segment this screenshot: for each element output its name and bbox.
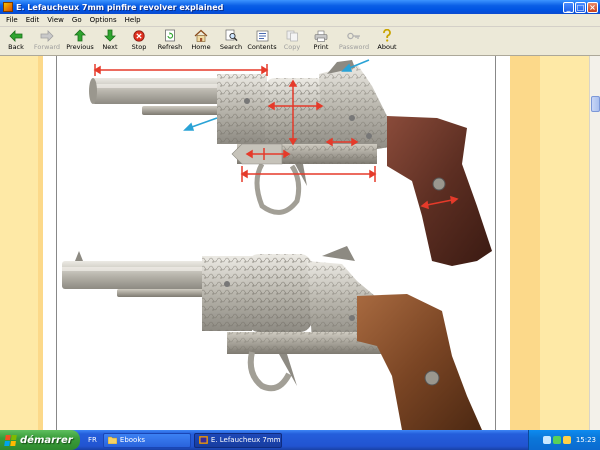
forward-button[interactable]: Forward [30, 27, 64, 55]
stop-icon [132, 29, 146, 42]
menu-help[interactable]: Help [121, 16, 145, 24]
revolver-top [89, 60, 492, 266]
network-icon[interactable] [542, 436, 551, 444]
next-button[interactable]: Next [96, 27, 124, 55]
vertical-scrollbar[interactable] [589, 56, 600, 430]
key-icon [347, 29, 361, 42]
refresh-button[interactable]: Refresh [154, 27, 186, 55]
menu-edit[interactable]: Edit [22, 16, 44, 24]
folder-icon [107, 436, 117, 444]
menu-bar: File Edit View Go Options Help [0, 14, 600, 27]
print-icon [314, 29, 328, 42]
revolver-illustration [62, 59, 492, 430]
clock: 15:23 [575, 436, 596, 444]
menu-file[interactable]: File [2, 16, 22, 24]
page-margin-left [0, 56, 43, 430]
language-indicator[interactable]: FR [88, 436, 97, 444]
stop-button[interactable]: Stop [124, 27, 154, 55]
back-button[interactable]: Back [2, 27, 30, 55]
taskbar: démarrer FR Ebooks E. Lefaucheux 7mm p..… [0, 430, 600, 450]
forward-arrow-icon [40, 29, 54, 42]
page-margin-right [510, 56, 589, 430]
contents-icon [255, 29, 269, 42]
refresh-icon [163, 29, 177, 42]
about-button[interactable]: About [372, 27, 402, 55]
down-arrow-icon [103, 29, 117, 42]
contents-button[interactable]: Contents [246, 27, 278, 55]
taskbar-item-ebooks[interactable]: Ebooks [102, 432, 191, 448]
taskbar-item-ebook-reader[interactable]: E. Lefaucheux 7mm p... [193, 432, 282, 448]
minimize-button[interactable]: _ [563, 1, 574, 13]
password-button[interactable]: Password [336, 27, 372, 55]
volume-icon[interactable] [562, 436, 571, 444]
copy-icon [285, 29, 299, 42]
ebook-page [43, 56, 510, 430]
search-button[interactable]: Search [216, 27, 246, 55]
print-button[interactable]: Print [306, 27, 336, 55]
content-area [0, 56, 600, 430]
copy-button[interactable]: Copy [278, 27, 306, 55]
menu-options[interactable]: Options [86, 16, 121, 24]
menu-view[interactable]: View [43, 16, 68, 24]
up-arrow-icon [73, 29, 87, 42]
previous-button[interactable]: Previous [64, 27, 96, 55]
window-title: E. Lefaucheux 7mm pinfire revolver expla… [16, 2, 224, 12]
home-icon [194, 29, 208, 42]
revolver-bottom [62, 246, 482, 430]
start-button[interactable]: démarrer [0, 430, 80, 450]
app-icon [3, 2, 13, 12]
maximize-button[interactable]: □ [575, 1, 586, 13]
system-tray: 15:23 [528, 430, 600, 450]
title-bar: E. Lefaucheux 7mm pinfire revolver expla… [0, 0, 600, 14]
about-icon [380, 29, 394, 42]
home-button[interactable]: Home [186, 27, 216, 55]
back-arrow-icon [9, 29, 23, 42]
scrollbar-thumb[interactable] [591, 96, 600, 112]
toolbar: Back Forward Previous Next Stop Refresh [0, 27, 600, 56]
windows-logo-icon [4, 434, 17, 446]
search-icon [224, 29, 238, 42]
revolver-photo [56, 56, 496, 430]
security-icon[interactable] [552, 436, 561, 444]
close-button[interactable]: × [587, 1, 598, 13]
menu-go[interactable]: Go [68, 16, 86, 24]
app-icon [198, 436, 208, 444]
